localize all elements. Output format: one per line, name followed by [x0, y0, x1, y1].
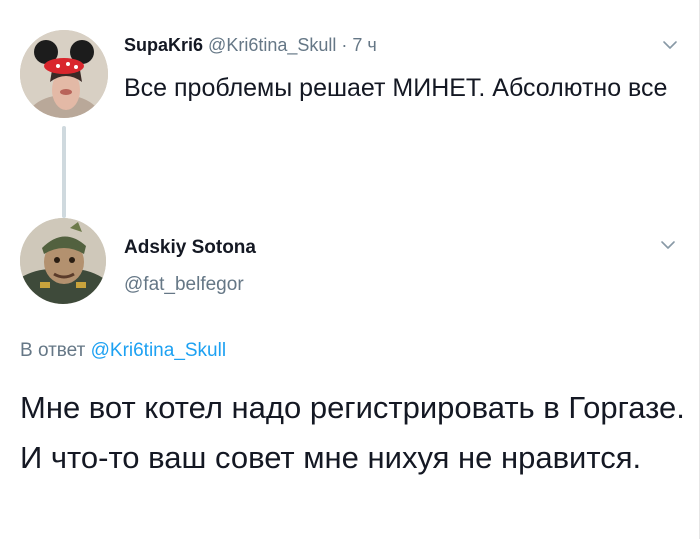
avatar[interactable] — [20, 218, 106, 304]
display-name[interactable]: SupaKri6 — [124, 35, 203, 55]
separator: · — [341, 35, 348, 55]
handle[interactable]: @fat_belfegor — [124, 273, 244, 297]
timestamp[interactable]: 7 ч — [352, 35, 376, 55]
reply-context: В ответ @Kri6tina_Skull — [20, 339, 226, 363]
chevron-down-icon[interactable] — [662, 40, 678, 50]
tweet-text: Все проблемы решает МИНЕТ. Абсолютно все — [124, 74, 668, 102]
handle[interactable]: @Kri6tina_Skull — [208, 35, 336, 55]
chevron-down-icon[interactable] — [660, 240, 676, 250]
reply-prefix: В ответ — [20, 340, 86, 361]
display-name[interactable]: Adskiy Sotona — [124, 236, 256, 260]
tweet-header: SupaKri6 @Kri6tina_Skull · 7 ч — [124, 33, 377, 57]
tweet-thread: SupaKri6 @Kri6tina_Skull · 7 ч Все пробл… — [0, 0, 700, 539]
avatar[interactable] — [20, 30, 108, 118]
tweet-text: Мне вот котел надо регистрировать в Горг… — [20, 390, 685, 475]
avatar-mickey-ears-icon — [20, 30, 108, 118]
avatar-military-figure-icon — [20, 218, 106, 304]
reply-mention-link[interactable]: @Kri6tina_Skull — [91, 340, 226, 361]
thread-connector — [62, 126, 66, 218]
